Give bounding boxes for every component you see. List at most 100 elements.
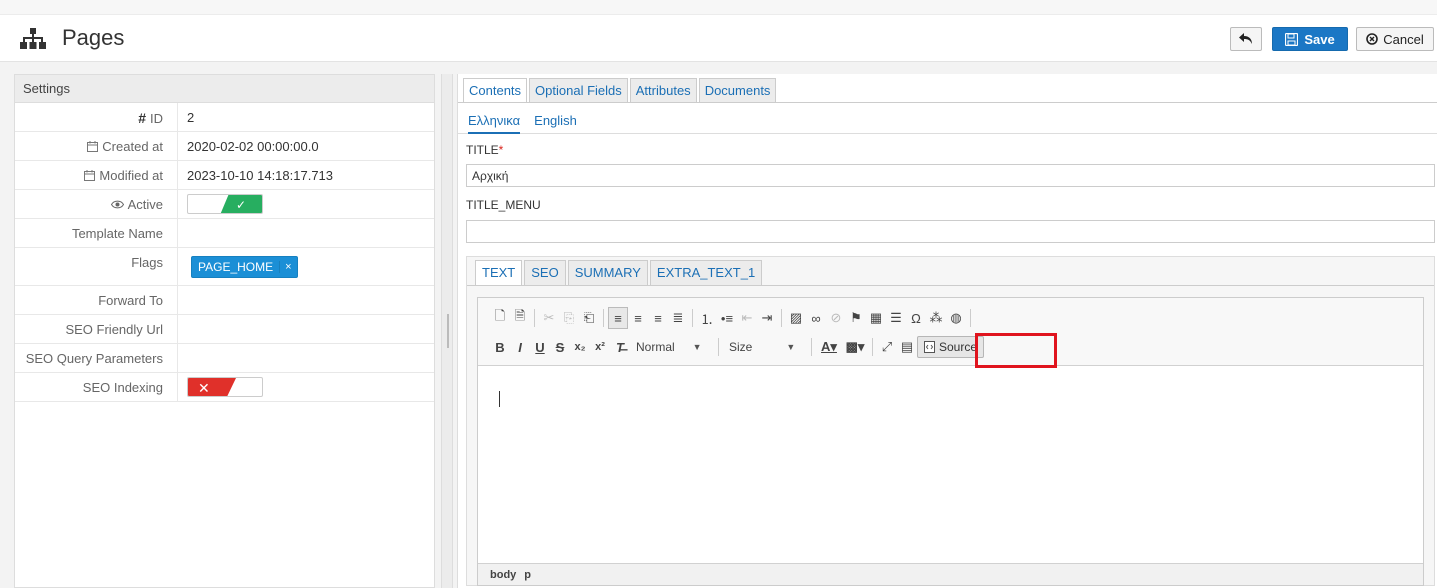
tab-text[interactable]: TEXT (475, 260, 523, 285)
tab-documents[interactable]: Documents (698, 78, 777, 102)
image-icon[interactable]: ▨ (786, 307, 806, 329)
page-break-icon[interactable]: ⁂ (926, 307, 946, 329)
row-label: SEO Friendly Url (65, 322, 163, 337)
hashtag-icon: # (138, 110, 146, 126)
flag-tag[interactable]: PAGE_HOME × (191, 256, 298, 278)
table-icon[interactable]: ▦ (866, 307, 886, 329)
undo-icon (1239, 33, 1252, 44)
tab-summary[interactable]: SUMMARY (567, 260, 648, 285)
unlink-icon[interactable]: ⊘ (826, 307, 846, 329)
tab-optional-fields[interactable]: Optional Fields (529, 78, 628, 102)
tab-contents[interactable]: Contents (463, 78, 528, 102)
row-value (177, 315, 436, 343)
tab-extra-text-1[interactable]: EXTRA_TEXT_1 (649, 260, 763, 285)
editor-content-area[interactable] (478, 367, 1423, 563)
strikethrough-icon[interactable]: S (550, 336, 570, 358)
settings-row-flags: Flags PAGE_HOME × (15, 248, 434, 286)
row-label: ID (150, 110, 163, 126)
check-icon: ✓ (220, 195, 262, 213)
tab-attributes[interactable]: Attributes (629, 78, 697, 102)
splitter-grip[interactable] (447, 314, 449, 348)
rich-text-editor: 🗋 🗎 ✂ ⎘ ⎗ ≡ ≡ ≡ ≣ ⒈ •≡ ⇤ ⇥ ▨ ∞ ⊘ ⚑ ▦ ☰ Ω… (477, 297, 1424, 586)
remove-format-icon[interactable]: T̶ (610, 336, 630, 358)
row-label: SEO Query Parameters (25, 351, 163, 366)
paste-icon[interactable]: ⎗ (579, 307, 599, 329)
settings-row-seo-indexing: SEO Indexing ✕ (15, 373, 434, 402)
show-blocks-icon[interactable]: ▤ (897, 336, 917, 358)
title-menu-input[interactable] (466, 220, 1435, 243)
horizontal-line-icon[interactable]: ☰ (886, 307, 906, 329)
tab-language-english[interactable]: English (534, 113, 577, 134)
row-label: Template Name (71, 226, 163, 241)
calendar-icon (84, 170, 96, 181)
active-toggle[interactable]: ✓ (187, 194, 263, 214)
flag-tag-label: PAGE_HOME (198, 260, 274, 274)
source-button[interactable]: Source (917, 336, 985, 358)
settings-row-forward: Forward To (15, 286, 434, 315)
page-header: Pages Save Cancel (0, 14, 1437, 62)
cross-icon: ✕ (188, 378, 236, 396)
settings-row-id: # ID 2 (15, 103, 434, 132)
preview-icon[interactable]: 🗎 (510, 307, 530, 329)
size-dropdown[interactable]: Size ▼ (723, 336, 807, 358)
superscript-icon[interactable]: x² (590, 336, 610, 358)
align-right-icon[interactable]: ≡ (648, 307, 668, 329)
editor-tabs: TEXT SEO SUMMARY EXTRA_TEXT_1 (475, 260, 763, 285)
editor-toolbar: 🗋 🗎 ✂ ⎘ ⎗ ≡ ≡ ≡ ≣ ⒈ •≡ ⇤ ⇥ ▨ ∞ ⊘ ⚑ ▦ ☰ Ω… (478, 298, 1423, 366)
text-color-icon[interactable]: A▾ (816, 336, 842, 358)
tab-seo[interactable]: SEO (524, 260, 566, 285)
subscript-icon[interactable]: x₂ (570, 336, 590, 358)
new-page-icon[interactable]: 🗋 (490, 307, 510, 329)
maximize-icon[interactable]: ⤢ (877, 336, 897, 358)
italic-icon[interactable]: I (510, 336, 530, 358)
path-body[interactable]: body (490, 569, 516, 581)
row-label: Modified at (99, 168, 163, 183)
copy-icon[interactable]: ⎘ (559, 307, 579, 329)
outdent-icon[interactable]: ⇤ (737, 307, 757, 329)
size-dropdown-value: Size (729, 340, 753, 354)
background-color-icon[interactable]: ▩▾ (842, 336, 868, 358)
row-value (177, 286, 436, 314)
align-center-icon[interactable]: ≡ (628, 307, 648, 329)
panel-splitter[interactable] (441, 74, 453, 588)
bulleted-list-icon[interactable]: •≡ (717, 307, 737, 329)
toolbar-separator (970, 309, 971, 327)
back-button[interactable] (1230, 27, 1262, 51)
row-label: Flags (131, 255, 163, 270)
cancel-button[interactable]: Cancel (1356, 27, 1434, 51)
cancel-label: Cancel (1383, 31, 1424, 47)
indent-icon[interactable]: ⇥ (757, 307, 777, 329)
align-left-icon[interactable]: ≡ (608, 307, 628, 329)
special-char-icon[interactable]: Ω (906, 307, 926, 329)
link-icon[interactable]: ∞ (806, 307, 826, 329)
toolbar-separator (603, 309, 604, 327)
eye-icon (110, 200, 124, 209)
save-button[interactable]: Save (1272, 27, 1348, 51)
seo-indexing-toggle[interactable]: ✕ (187, 377, 263, 397)
row-value: 2020-02-02 00:00:00.0 (177, 132, 436, 160)
flag-remove-icon[interactable]: × (279, 261, 296, 273)
source-code-icon (924, 341, 935, 353)
calendar-icon (87, 141, 99, 152)
bold-icon[interactable]: B (490, 336, 510, 358)
format-dropdown[interactable]: Normal ▼ (630, 336, 714, 358)
row-value (177, 344, 436, 372)
row-value: 2 (177, 103, 436, 131)
tab-language-greek[interactable]: Ελληνικα (468, 113, 521, 134)
settings-row-modified: Modified at 2023-10-10 14:18:17.713 (15, 161, 434, 190)
numbered-list-icon[interactable]: ⒈ (697, 307, 717, 329)
cut-icon[interactable]: ✂ (539, 307, 559, 329)
globe-icon[interactable]: ◍ (946, 307, 966, 329)
path-p[interactable]: p (524, 569, 531, 581)
anchor-flag-icon[interactable]: ⚑ (846, 307, 866, 329)
align-justify-icon[interactable]: ≣ (668, 307, 688, 329)
title-input[interactable]: Αρχική (466, 164, 1435, 187)
content-tabs: Contents Optional Fields Attributes Docu… (463, 78, 777, 102)
content-panel: Contents Optional Fields Attributes Docu… (457, 74, 1437, 588)
toolbar-separator (872, 338, 873, 356)
underline-icon[interactable]: U (530, 336, 550, 358)
tab-divider (458, 102, 1437, 103)
toolbar-separator (781, 309, 782, 327)
row-label: SEO Indexing (82, 380, 163, 395)
sitemap-icon (20, 28, 46, 49)
